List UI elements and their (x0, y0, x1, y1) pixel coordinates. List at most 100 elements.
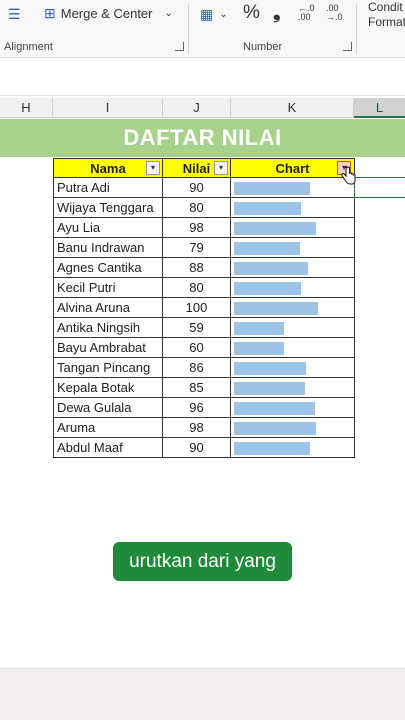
cell-nama[interactable]: Bayu Ambrabat (53, 338, 163, 358)
cell-nama[interactable]: Ayu Lia (53, 218, 163, 238)
data-bar (234, 402, 315, 415)
cell-chart[interactable] (231, 198, 355, 218)
cell-nilai[interactable]: 85 (163, 378, 231, 398)
header-nilai[interactable]: Nilai ▾ (163, 158, 231, 178)
cell-nama[interactable]: Kecil Putri (53, 278, 163, 298)
merge-center-button[interactable]: ⊞ Merge & Center ⌄ (44, 5, 173, 22)
comma-icon: ❟ (273, 2, 281, 23)
cell-nama[interactable]: Abdul Maaf (53, 438, 163, 458)
column-header-l[interactable]: L (354, 98, 405, 118)
cell-chart[interactable] (231, 298, 355, 318)
table-row: Ayu Lia 98 (53, 218, 355, 238)
cell-nilai[interactable]: 59 (163, 318, 231, 338)
cell-chart[interactable] (231, 398, 355, 418)
header-nilai-label: Nilai (182, 161, 211, 176)
conditional-formatting-button[interactable]: Condit Format (368, 0, 405, 30)
cell-nama[interactable]: Wijaya Tenggara (53, 198, 163, 218)
cell-chart[interactable] (231, 318, 355, 338)
merge-center-icon: ⊞ (44, 5, 56, 21)
wrap-text-icon: ☰ (8, 6, 21, 22)
cell-chart[interactable] (231, 218, 355, 238)
cell-nilai[interactable]: 90 (163, 438, 231, 458)
dialog-launcher-icon[interactable] (343, 42, 352, 51)
data-bar (234, 422, 316, 435)
sheet-title[interactable]: DAFTAR NILAI (0, 119, 405, 157)
column-header-i[interactable]: I (53, 98, 163, 118)
data-bar (234, 322, 284, 335)
table-header-row: Nama ▾ Nilai ▾ Chart ▾ (53, 158, 355, 178)
data-bar (234, 362, 306, 375)
table-row: Wijaya Tenggara 80 (53, 198, 355, 218)
cell-nilai[interactable]: 80 (163, 278, 231, 298)
cell-chart[interactable] (231, 258, 355, 278)
cell-nilai[interactable]: 98 (163, 418, 231, 438)
filter-dropdown-icon[interactable]: ▾ (146, 161, 160, 175)
sheet-tab-area (0, 668, 405, 720)
cell-nilai[interactable]: 88 (163, 258, 231, 278)
cell-nama[interactable]: Putra Adi (53, 178, 163, 198)
column-header-k[interactable]: K (231, 98, 354, 118)
cell-chart[interactable] (231, 338, 355, 358)
conditional-label-line2: Format (368, 15, 405, 29)
filter-dropdown-icon[interactable]: ▾ (214, 161, 228, 175)
column-header-h[interactable]: H (0, 98, 53, 118)
hand-cursor-icon (341, 165, 356, 185)
header-chart[interactable]: Chart ▾ (231, 158, 355, 178)
table-row: Alvina Aruna 100 (53, 298, 355, 318)
decrease-decimal-button[interactable]: .00 →.0 (326, 4, 348, 22)
dialog-launcher-icon[interactable] (175, 42, 184, 51)
cell-nama[interactable]: Tangan Pincang (53, 358, 163, 378)
currency-icon: ▦ (200, 6, 214, 22)
cell-chart[interactable] (231, 378, 355, 398)
cell-nama[interactable]: Agnes Cantika (53, 258, 163, 278)
table-row: Abdul Maaf 90 (53, 438, 355, 458)
alignment-group-label: Alignment (4, 41, 53, 53)
increase-decimal-button[interactable]: ←.0 .00 (298, 4, 320, 22)
chevron-down-icon[interactable]: ⌄ (219, 9, 227, 20)
data-bar (234, 282, 301, 295)
table-row: Aruma 98 (53, 418, 355, 438)
cell-chart[interactable] (231, 238, 355, 258)
header-nama[interactable]: Nama ▾ (53, 158, 163, 178)
cell-nama[interactable]: Aruma (53, 418, 163, 438)
cell-chart[interactable] (231, 358, 355, 378)
table-row: Kepala Botak 85 (53, 378, 355, 398)
column-headers: H I J K L (0, 98, 405, 118)
merge-center-label: Merge & Center (60, 6, 153, 21)
selected-cell[interactable] (354, 177, 405, 198)
table-row: Putra Adi 90 (53, 178, 355, 198)
cell-chart[interactable] (231, 178, 355, 198)
cell-nilai[interactable]: 80 (163, 198, 231, 218)
table-row: Agnes Cantika 88 (53, 258, 355, 278)
formula-bar-area[interactable] (0, 60, 405, 96)
cell-nama[interactable]: Dewa Gulala (53, 398, 163, 418)
cell-nama[interactable]: Alvina Aruna (53, 298, 163, 318)
data-bar (234, 302, 318, 315)
cell-nilai[interactable]: 100 (163, 298, 231, 318)
cell-nama[interactable]: Kepala Botak (53, 378, 163, 398)
cell-nilai[interactable]: 86 (163, 358, 231, 378)
cell-nilai[interactable]: 60 (163, 338, 231, 358)
cell-chart[interactable] (231, 418, 355, 438)
chevron-down-icon[interactable]: ⌄ (165, 8, 173, 19)
decrease-decimal-icon: .00 →.0 (326, 3, 343, 22)
percent-icon: % (243, 2, 260, 23)
wrap-text-button[interactable]: ☰ (8, 6, 21, 23)
accounting-format-button[interactable]: ▦ ⌄ (200, 6, 228, 23)
cell-nilai[interactable]: 90 (163, 178, 231, 198)
data-bar (234, 222, 316, 235)
cell-nilai[interactable]: 98 (163, 218, 231, 238)
data-bar (234, 442, 310, 455)
column-header-j[interactable]: J (163, 98, 231, 118)
percent-style-button[interactable]: % (243, 2, 260, 24)
comma-style-button[interactable]: ❟ (273, 2, 280, 24)
cell-chart[interactable] (231, 278, 355, 298)
data-bar (234, 242, 300, 255)
cell-nilai[interactable]: 96 (163, 398, 231, 418)
cell-nama[interactable]: Antika Ningsih (53, 318, 163, 338)
number-group-label: Number (243, 41, 283, 53)
table-row: Kecil Putri 80 (53, 278, 355, 298)
cell-chart[interactable] (231, 438, 355, 458)
cell-nilai[interactable]: 79 (163, 238, 231, 258)
cell-nama[interactable]: Banu Indrawan (53, 238, 163, 258)
